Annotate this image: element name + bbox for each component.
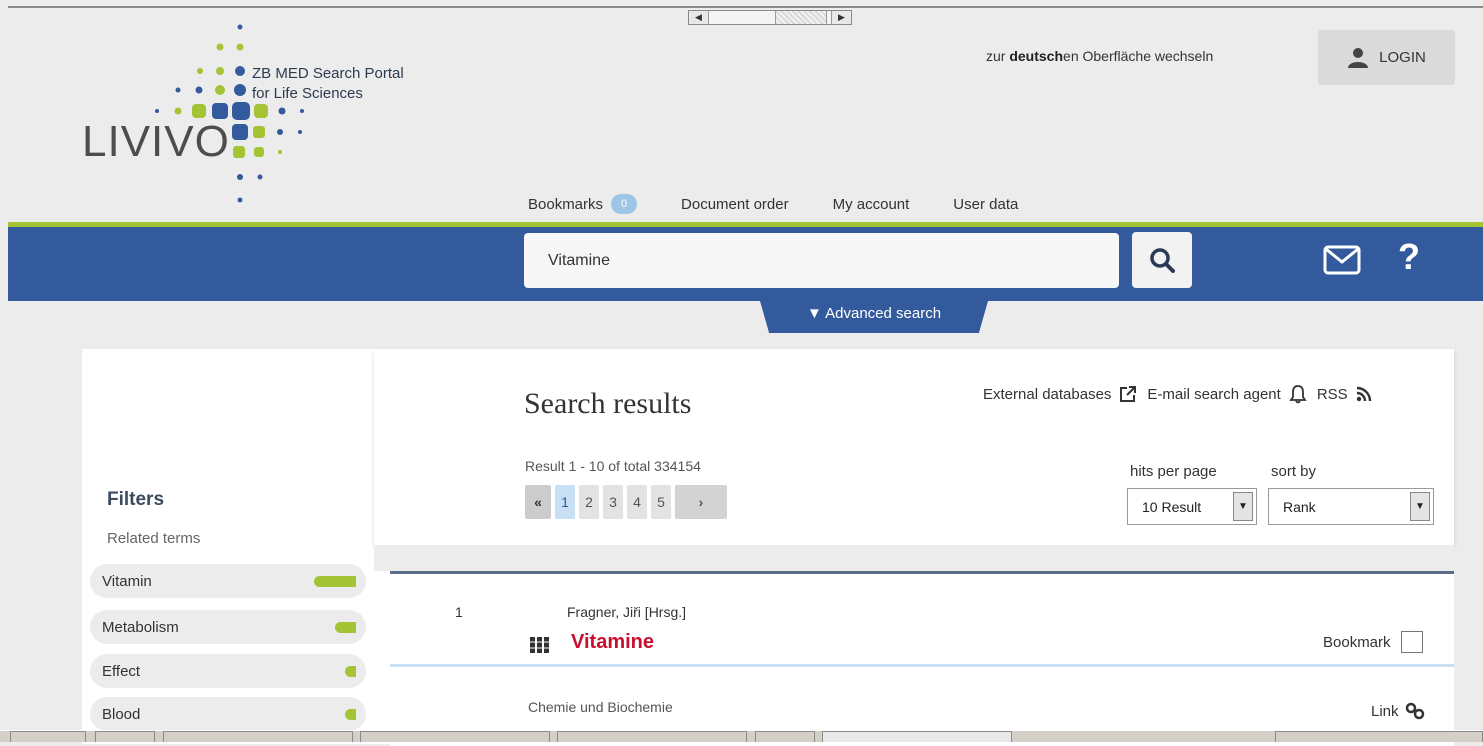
- horizontal-scrollbar[interactable]: ◀ ▶: [688, 10, 852, 25]
- pager-first-button[interactable]: «: [525, 485, 551, 519]
- taskbar-button[interactable]: [557, 731, 747, 742]
- taskbar-tray: [1275, 731, 1483, 742]
- filter-term-label: Vitamin: [102, 572, 152, 590]
- nav-user-data[interactable]: User data: [953, 194, 1018, 214]
- rss-link[interactable]: RSS: [1317, 386, 1372, 403]
- email-search-agent-link[interactable]: E-mail search agent: [1147, 384, 1307, 404]
- rss-icon: [1356, 386, 1371, 402]
- language-switch-link[interactable]: zur deutschen Oberfläche wechseln: [986, 48, 1213, 64]
- scroll-right-icon[interactable]: ▶: [831, 11, 851, 24]
- scroll-thumb[interactable]: [775, 11, 827, 24]
- link-label: Link: [1371, 702, 1399, 720]
- mail-icon[interactable]: [1323, 245, 1361, 275]
- pager-page-5[interactable]: 5: [651, 485, 671, 519]
- external-link-icon: [1120, 386, 1137, 402]
- portal-name-line2: for Life Sciences: [252, 85, 363, 102]
- chain-link-icon: [1405, 702, 1424, 720]
- chevron-down-icon: ▼: [1410, 492, 1430, 521]
- logo-wordmark[interactable]: LIVIVO: [82, 117, 230, 167]
- nav-my-account[interactable]: My account: [833, 194, 910, 214]
- sort-by-label: sort by: [1271, 463, 1317, 480]
- result-subject: Chemie und Biochemie: [528, 699, 673, 715]
- result-tools: External databases E-mail search agent R…: [983, 384, 1372, 404]
- result-author[interactable]: Fragner, Jiři [Hrsg.]: [567, 604, 686, 620]
- search-input[interactable]: [524, 233, 1119, 288]
- search-button[interactable]: [1132, 232, 1192, 288]
- filters-title: Filters: [107, 489, 165, 510]
- portal-name-line1: ZB MED Search Portal: [252, 65, 404, 82]
- filter-term-vitamin[interactable]: Vitamin: [90, 564, 366, 598]
- search-icon: [1150, 248, 1175, 273]
- result-link[interactable]: Link: [1371, 702, 1425, 720]
- taskbar-button-active[interactable]: [822, 731, 1012, 742]
- book-icon: [530, 637, 549, 653]
- result-number: 1: [455, 604, 463, 620]
- results-gap: [374, 545, 1454, 571]
- language-suffix: en Oberfläche wechseln: [1063, 48, 1214, 64]
- bell-icon: [1289, 385, 1307, 404]
- term-weight-bar: [335, 622, 356, 633]
- taskbar-button[interactable]: [360, 731, 550, 742]
- external-databases-link[interactable]: External databases: [983, 385, 1137, 403]
- pager-page-1[interactable]: 1: [555, 485, 575, 519]
- result-count: Result 1 - 10 of total 334154: [525, 458, 701, 474]
- help-icon[interactable]: ?: [1398, 236, 1420, 278]
- nav-document-order[interactable]: Document order: [681, 194, 789, 214]
- email-agent-label: E-mail search agent: [1147, 385, 1281, 403]
- advanced-search-toggle[interactable]: ▼ Advanced search: [760, 301, 988, 333]
- pager-page-2[interactable]: 2: [579, 485, 599, 519]
- rss-label: RSS: [1316, 385, 1348, 403]
- external-databases-label: External databases: [983, 385, 1112, 403]
- login-label: LOGIN: [1379, 49, 1426, 66]
- term-weight-bar: [345, 709, 356, 720]
- nav-bookmarks-label: Bookmarks: [528, 195, 604, 213]
- hits-per-page-select[interactable]: 10 Result ▼: [1127, 488, 1257, 525]
- related-terms-label: Related terms: [107, 530, 201, 547]
- pagination: « 1 2 3 4 5 ›: [525, 485, 727, 519]
- filter-term-label: Effect: [102, 662, 141, 680]
- language-prefix: zur: [986, 48, 1010, 64]
- bookmarks-count-badge: 0: [611, 194, 638, 214]
- login-button[interactable]: LOGIN: [1318, 30, 1455, 85]
- filter-term-label: Blood: [102, 705, 141, 723]
- livivo-logo-icon[interactable]: [82, 18, 422, 208]
- taskbar-button[interactable]: [95, 731, 155, 742]
- term-weight-bar: [345, 666, 356, 677]
- hits-per-page-label: hits per page: [1130, 463, 1217, 480]
- taskbar-button[interactable]: [163, 731, 353, 742]
- language-bold: deutsch: [1009, 48, 1064, 64]
- page-title: Search results: [524, 387, 692, 420]
- chevron-down-icon: ▼: [1233, 492, 1253, 521]
- filter-term-label: Metabolism: [102, 618, 179, 636]
- taskbar-button[interactable]: [10, 731, 86, 742]
- term-weight-bar: [314, 576, 356, 587]
- scroll-left-icon[interactable]: ◀: [689, 11, 709, 24]
- nav-bookmarks[interactable]: Bookmarks 0: [528, 194, 638, 214]
- taskbar-button[interactable]: [755, 731, 815, 742]
- result-separator: [390, 664, 1454, 667]
- hits-per-page-value: 10 Result: [1142, 498, 1202, 515]
- bookmark-toggle[interactable]: Bookmark: [1323, 631, 1423, 653]
- bookmark-label: Bookmark: [1323, 633, 1391, 651]
- filter-term-metabolism[interactable]: Metabolism: [90, 610, 366, 644]
- user-icon: [1348, 47, 1369, 68]
- result-title-link[interactable]: Vitamine: [571, 631, 654, 654]
- filter-term-blood[interactable]: Blood: [90, 697, 366, 731]
- sort-by-select[interactable]: Rank ▼: [1268, 488, 1434, 525]
- bookmark-checkbox[interactable]: [1400, 631, 1423, 653]
- pager-next-button[interactable]: ›: [675, 485, 727, 519]
- pager-page-4[interactable]: 4: [627, 485, 647, 519]
- window-top-border: [8, 6, 1483, 8]
- filter-term-effect[interactable]: Effect: [90, 654, 366, 688]
- top-navigation: Bookmarks 0 Document order My account Us…: [528, 194, 1018, 214]
- pager-page-3[interactable]: 3: [603, 485, 623, 519]
- sort-by-value: Rank: [1283, 498, 1316, 515]
- results-list: [390, 571, 1454, 746]
